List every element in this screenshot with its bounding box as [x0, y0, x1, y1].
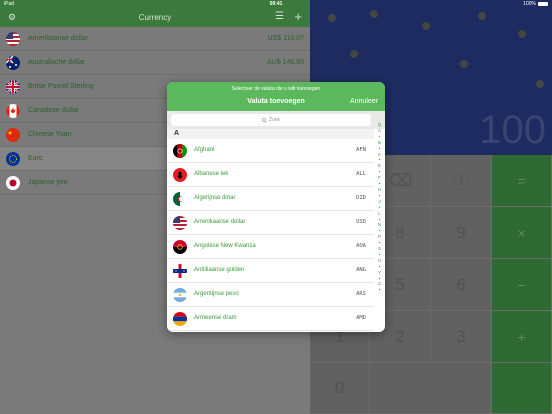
canada-flag-icon: [6, 104, 20, 118]
list-item-afn[interactable]: Afghani AFN: [167, 139, 374, 163]
list-item-all[interactable]: Albanese lek ALL: [167, 163, 374, 187]
key-6[interactable]: 6: [431, 259, 492, 311]
uk-flag-icon: [6, 80, 20, 94]
list-item-ars[interactable]: Argentijnse peso ARS: [167, 283, 374, 307]
currency-name: Armeense dram: [194, 315, 237, 321]
decorative-dot: [478, 12, 486, 20]
decorative-dot: [350, 50, 358, 58]
currency-name: Chinese Yuan: [28, 131, 72, 138]
add-currency-icon[interactable]: +: [294, 9, 302, 24]
armenia-flag-icon: [173, 312, 187, 326]
decorative-dot: [460, 60, 468, 68]
display-value: 100: [479, 108, 546, 152]
japan-flag-icon: [6, 176, 20, 190]
afghanistan-flag-icon: [173, 144, 187, 158]
currency-name: Australische dollar: [28, 59, 86, 66]
decorative-dot: [536, 80, 544, 88]
modal-subtitle: Selecteer de valuta die u wilt toevoegen: [231, 86, 321, 92]
index-separator[interactable]: •: [379, 287, 381, 293]
currency-name: Afghani: [194, 147, 215, 153]
key-empty-op: [492, 363, 552, 414]
list-menu-icon[interactable]: ☰: [275, 11, 284, 22]
currency-name: Argentijnse peso: [194, 291, 239, 297]
search-bar: Zoek: [167, 111, 385, 129]
currency-name: Amerikaanse dollar: [194, 219, 246, 225]
key-minus[interactable]: −: [492, 259, 552, 311]
currency-value: AU$ 146,83: [267, 59, 304, 66]
list-item-ang[interactable]: Antilliaanse gulden ANG: [167, 259, 374, 283]
currency-name: Euro: [28, 155, 43, 162]
currency-name: Japanse yen: [28, 179, 68, 186]
key-equals[interactable]: =: [492, 155, 552, 207]
decorative-dot: [518, 30, 526, 38]
decorative-dot: [328, 14, 336, 22]
status-bar: iPad 09:41 100%: [0, 0, 552, 8]
add-currency-modal: Selecteer de valuta die u wilt toevoegen…: [167, 82, 385, 332]
currency-name: Britse Pound Sterling: [28, 83, 94, 90]
currency-code: AMD: [356, 315, 366, 321]
albania-flag-icon: [173, 168, 187, 182]
key-3[interactable]: 3: [431, 311, 492, 363]
alphabet-index[interactable]: Q A • B • C • E • F • H • J • L • N • P • S • U • Y • Z •: [374, 122, 385, 328]
us-flag-icon: [6, 32, 20, 46]
section-header: A: [167, 129, 374, 139]
currency-name: Antilliaanse gulden: [194, 267, 245, 273]
currency-code: ALL: [356, 171, 366, 177]
list-item-dzd[interactable]: Algerijnse dinar DZD: [167, 187, 374, 211]
china-flag-icon: [6, 128, 20, 142]
info-icon[interactable]: ⓘ: [431, 155, 492, 207]
search-placeholder: Zoek: [268, 117, 281, 123]
decorative-dot: [370, 10, 378, 18]
currency-code: ANG: [356, 267, 366, 273]
key-0[interactable]: 0: [310, 363, 370, 414]
currency-code: ARS: [356, 291, 366, 297]
currency-name: Amerikaanse dollar: [28, 35, 88, 42]
key-multiply[interactable]: ×: [492, 207, 552, 259]
key-9[interactable]: 9: [431, 207, 492, 259]
key-empty: [370, 363, 492, 414]
decorative-dot: [422, 22, 430, 30]
modal-header: Selecteer de valuta die u wilt toevoegen…: [167, 82, 385, 111]
currency-row-usd[interactable]: Amerikaanse dollar US$ 110,07: [0, 27, 310, 51]
currency-name: Canadese dollar: [28, 107, 79, 114]
battery-indicator: 100%: [523, 1, 548, 7]
list-item-aoa[interactable]: Angolese New Kwanza AOA: [167, 235, 374, 259]
status-time: 09:41: [269, 1, 283, 7]
argentina-flag-icon: [173, 288, 187, 302]
search-icon: [262, 117, 267, 123]
currency-name: Albanese lek: [194, 171, 229, 177]
eu-flag-icon: [6, 152, 20, 166]
netherlands-antilles-flag-icon: [173, 264, 187, 278]
currency-code: AOA: [356, 243, 366, 249]
currency-name: Angolese New Kwanza: [194, 243, 256, 249]
list-item-amd[interactable]: Armeense dram AMD: [167, 307, 374, 331]
list-item-usd[interactable]: Amerikaanse dollar USD: [167, 211, 374, 235]
search-input[interactable]: Zoek: [171, 114, 371, 126]
australia-flag-icon: [6, 56, 20, 70]
currency-code: DZD: [356, 195, 366, 201]
us-flag-icon: [173, 216, 187, 230]
page-title: Currency: [138, 13, 172, 22]
currency-picker-list: A Afghani AFN Albanese lek ALL Algerijns…: [167, 129, 374, 332]
battery-icon: [538, 2, 548, 6]
currency-code: AFN: [356, 147, 366, 153]
currency-code: USD: [356, 219, 366, 225]
algeria-flag-icon: [173, 192, 187, 206]
currency-row-aud[interactable]: Australische dollar AU$ 146,83: [0, 51, 310, 75]
currency-value: US$ 110,07: [267, 35, 304, 42]
cancel-button[interactable]: Annuleer: [350, 98, 378, 105]
battery-percent: 100%: [523, 1, 536, 7]
key-plus[interactable]: +: [492, 311, 552, 363]
angola-flag-icon: [173, 240, 187, 254]
currency-name: Algerijnse dinar: [194, 195, 236, 201]
